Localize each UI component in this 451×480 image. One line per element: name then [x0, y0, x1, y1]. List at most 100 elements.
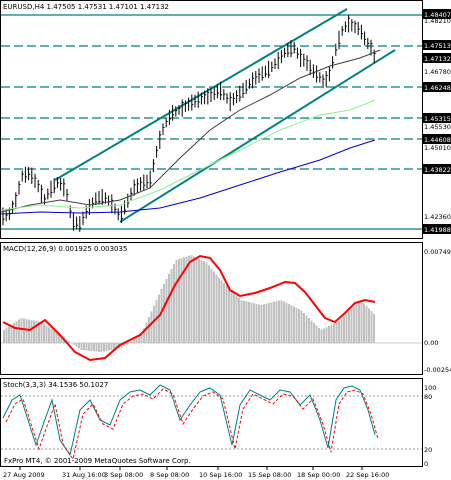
macd-histogram-bar	[190, 255, 193, 343]
macd-histogram-bar	[293, 306, 295, 343]
macd-histogram-bar	[238, 298, 240, 343]
macd-histogram-bar	[273, 301, 275, 343]
main-chart-panel[interactable]	[0, 0, 423, 239]
macd-histogram-bar	[168, 274, 170, 343]
macd-histogram-bar	[245, 301, 248, 343]
price-label: 1.43822	[424, 166, 451, 174]
macd-histogram-bar	[78, 343, 80, 349]
macd-histogram-bar	[358, 302, 360, 343]
stochastic-axis: 100 80 20 0	[424, 384, 436, 468]
macd-histogram-bar	[148, 317, 150, 343]
macd-histogram-bar	[363, 303, 365, 343]
stochastic-axis-label: 80	[424, 393, 432, 401]
macd-histogram-bar	[340, 319, 343, 343]
macd-histogram-bar	[110, 343, 113, 350]
current-price-label: 1.47132	[424, 55, 451, 63]
macd-histogram-bar	[145, 322, 148, 343]
macd-histogram-bar	[345, 314, 348, 343]
macd-histogram-bar	[15, 321, 18, 343]
macd-histogram-bar	[160, 289, 163, 343]
price-label: 1.41988	[424, 226, 451, 234]
time-label: 22 Sep 16:00	[346, 471, 389, 479]
macd-histogram-bar	[178, 259, 180, 343]
macd-histogram-bar	[360, 300, 363, 343]
macd-histogram-bar	[253, 303, 255, 343]
macd-histogram-bar	[313, 323, 315, 343]
macd-histogram-bar	[25, 319, 28, 343]
macd-histogram-bar	[8, 326, 10, 343]
stochastic-axis-label: 20	[424, 446, 432, 454]
price-label: 1.45315	[424, 115, 451, 123]
macd-histogram-bar	[158, 294, 160, 343]
macd-histogram-bar	[173, 264, 175, 343]
macd-histogram-bar	[198, 258, 200, 343]
macd-histogram-bar	[210, 268, 213, 343]
macd-histogram-bar	[280, 300, 283, 343]
macd-histogram-bar	[250, 302, 253, 343]
main-price-axis: 1.48407 1.48210 1.47513 1.47132 1.46780 …	[422, 9, 451, 234]
macd-histogram-bar	[260, 304, 263, 343]
price-label: 1.44608	[424, 136, 451, 144]
macd-histogram-bar	[310, 320, 313, 343]
stochastic-header: Stoch(3,3,3) 34.1536 50.1027	[3, 381, 108, 389]
time-axis: 27 Aug 2009 31 Aug 16:00 3 Sep 08:00 8 S…	[3, 467, 389, 479]
macd-histogram-bar	[98, 343, 100, 352]
macd-histogram-bar	[353, 307, 355, 343]
price-label: 1.48210	[424, 17, 451, 25]
time-label: 31 Aug 16:00	[62, 471, 106, 479]
macd-histogram-bar	[330, 324, 333, 343]
macd-histogram-bar	[95, 343, 98, 352]
macd-histogram-bar	[108, 343, 110, 351]
macd-histogram-bar	[300, 310, 303, 343]
time-label: 8 Sep 08:00	[150, 471, 189, 479]
macd-histogram-bar	[343, 317, 345, 343]
main-chart-header: EURUSD,H4 1.47505 1.47531 1.47101 1.4713…	[3, 3, 169, 11]
macd-axis: 0.0074962 0.00 -0.0025451	[424, 248, 451, 374]
price-label: 1.47513	[424, 42, 451, 50]
macd-histogram-bar	[348, 312, 350, 343]
macd-histogram-bar	[228, 288, 230, 343]
macd-histogram-bar	[85, 343, 88, 351]
macd-histogram-bar	[5, 328, 8, 343]
macd-header: MACD(12,26,9) 0.001925 0.003035	[3, 245, 127, 253]
macd-histogram-bar	[350, 309, 353, 343]
stochastic-axis-label: 0	[424, 460, 428, 468]
macd-histogram-bar	[93, 343, 95, 352]
time-label: 10 Sep 16:00	[199, 471, 242, 479]
trading-chart: EURUSD,H4 1.47505 1.47531 1.47101 1.4713…	[0, 0, 451, 479]
macd-histogram-bar	[150, 311, 153, 343]
macd-histogram-bar	[243, 300, 245, 343]
macd-histogram-bar	[230, 290, 233, 343]
macd-histogram-bar	[30, 320, 33, 343]
macd-histogram-bar	[373, 313, 375, 343]
time-label: 27 Aug 2009	[3, 471, 45, 479]
macd-histogram-bar	[170, 269, 173, 343]
time-label: 15 Sep 08:00	[248, 471, 291, 479]
macd-histogram-bar	[193, 256, 195, 343]
macd-histogram-bar	[138, 336, 140, 343]
macd-histogram-bar	[368, 308, 370, 343]
macd-histogram-bar	[295, 307, 298, 343]
time-label: 3 Sep 08:00	[104, 471, 143, 479]
macd-histogram-bar	[263, 304, 265, 343]
macd-histogram-bar	[73, 343, 75, 345]
macd-histogram-bar	[53, 330, 55, 343]
macd-histogram-bar	[355, 304, 358, 343]
macd-histogram-bar	[90, 343, 93, 352]
price-label: 1.46780	[424, 68, 451, 76]
macd-histogram-bar	[318, 328, 320, 343]
macd-histogram-bar	[323, 328, 325, 343]
price-label: 1.45010	[424, 144, 451, 152]
copyright-text: FxPro MT4, © 2001-2009 MetaQuotes Softwa…	[4, 457, 191, 465]
macd-histogram-bar	[338, 321, 340, 343]
macd-histogram-bar	[188, 255, 190, 343]
macd-histogram-bar	[220, 280, 223, 343]
macd-histogram-bar	[3, 330, 5, 343]
macd-histogram-bar	[165, 279, 168, 343]
macd-histogram-bar	[88, 343, 90, 351]
macd-histogram-bar	[225, 285, 228, 343]
macd-histogram-bar	[68, 341, 70, 343]
macd-histogram-bar	[83, 343, 85, 351]
macd-histogram-bar	[298, 309, 300, 343]
macd-histogram-bar	[223, 283, 225, 343]
